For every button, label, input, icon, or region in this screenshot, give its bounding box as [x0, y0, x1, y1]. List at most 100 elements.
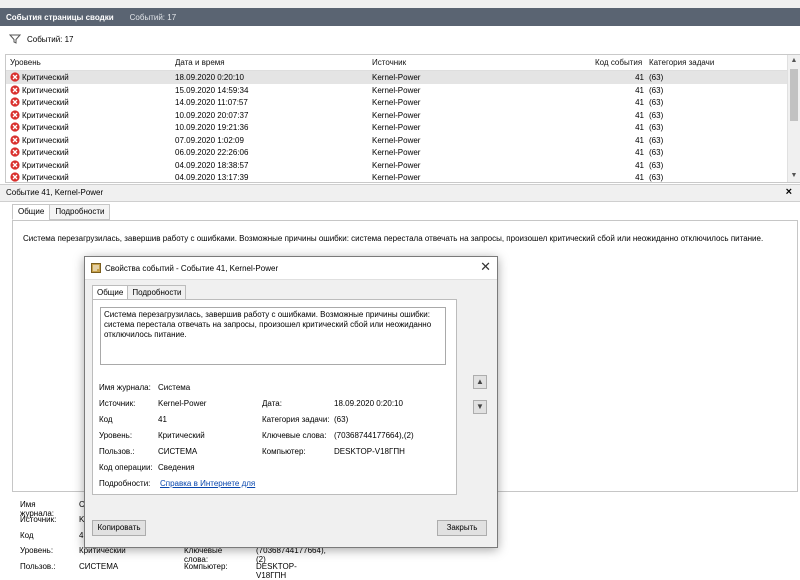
- cell-category: (63): [649, 73, 664, 82]
- cell-date: 14.09.2020 11:07:57: [175, 98, 248, 107]
- cell-date: 15.09.2020 14:59:34: [175, 85, 249, 95]
- dialog-label-keywords: Ключевые слова:: [262, 431, 327, 440]
- cell-date: 07.09.2020 1:02:09: [175, 135, 244, 145]
- tab-details[interactable]: Подробности: [49, 204, 111, 220]
- details-title: Событие 41, Kernel-Power: [6, 188, 104, 197]
- window-top-strip: [0, 0, 800, 8]
- dialog-close-icon[interactable]: ✕: [480, 259, 491, 275]
- scroll-thumb[interactable]: [790, 69, 798, 121]
- column-header-category[interactable]: Категория задачи: [649, 58, 714, 67]
- prop-label-source: Источник:: [20, 515, 57, 524]
- details-tabs: Общие Подробности: [12, 204, 111, 220]
- cell-category: (63): [649, 110, 664, 120]
- cell-source: Kernel-Power: [372, 173, 421, 182]
- arrow-up-icon: ▲: [476, 377, 484, 386]
- column-header-date[interactable]: Дата и время: [175, 58, 225, 67]
- cell-code: 41: [635, 98, 644, 107]
- copy-button[interactable]: Копировать: [92, 520, 146, 536]
- cell-category: (63): [649, 135, 664, 145]
- event-viewer-icon: [91, 263, 101, 273]
- table-row[interactable]: Критический 06.09.2020 22:26:06 Kernel-Pow…: [6, 146, 787, 159]
- table-row[interactable]: Критический 04.09.2020 18:38:57 Kernel-Pow…: [6, 159, 787, 172]
- dialog-value-keywords: (70368744177664),(2): [334, 431, 414, 440]
- cell-source: Kernel-Power: [372, 148, 421, 157]
- filter-count: Событий: 17: [27, 34, 74, 44]
- cell-level: Критический: [22, 160, 69, 170]
- table-row[interactable]: Критический 04.09.2020 13:17:39 Kernel-Pow…: [6, 171, 787, 182]
- critical-error-icon: [10, 134, 20, 145]
- dialog-general-panel: Система перезагрузилась, завершив работу…: [92, 299, 457, 495]
- cell-source: Kernel-Power: [372, 85, 421, 95]
- cell-level: Критический: [22, 110, 69, 120]
- dialog-tab-general[interactable]: Общие: [92, 285, 129, 300]
- table-row[interactable]: Критический 15.09.2020 14:59:34 Kernel-Pow…: [6, 84, 787, 97]
- critical-error-icon: [10, 72, 20, 82]
- filter-funnel-icon[interactable]: [9, 33, 21, 45]
- dialog-tab-details[interactable]: Подробности: [127, 285, 187, 300]
- online-help-link[interactable]: Справка в Интернете для: [160, 479, 255, 488]
- table-row[interactable]: Критический 18.09.2020 0:20:10 Kernel-Powe…: [6, 71, 787, 84]
- cell-level: Критический: [22, 148, 69, 157]
- cell-category: (63): [649, 173, 664, 182]
- prop-value-user: СИСТЕМА: [79, 562, 119, 571]
- prop-label-level: Уровень:: [20, 546, 54, 555]
- column-header-code[interactable]: Код события: [595, 58, 642, 67]
- scroll-up-icon[interactable]: ▲: [788, 55, 800, 67]
- summary-count: Событий: 17: [129, 12, 177, 22]
- cell-source: Kernel-Power: [372, 73, 421, 82]
- cell-category: (63): [649, 160, 664, 170]
- previous-event-button[interactable]: ▲: [473, 375, 487, 389]
- cell-date: 10.09.2020 20:07:37: [175, 110, 249, 120]
- critical-error-icon: [10, 159, 20, 170]
- close-icon[interactable]: ×: [786, 186, 792, 198]
- table-row[interactable]: Критический 07.09.2020 1:02:09 Kernel-Powe…: [6, 134, 787, 147]
- tab-general[interactable]: Общие: [12, 204, 51, 220]
- column-header-level[interactable]: Уровень: [10, 58, 41, 67]
- dialog-label-code: Код: [99, 415, 113, 424]
- events-table: Уровень Дата и время Источник Код событи…: [5, 54, 800, 183]
- dialog-label-opcode: Код операции:: [99, 463, 153, 472]
- table-row[interactable]: Критический 10.09.2020 20:07:37 Kernel-Pow…: [6, 109, 787, 122]
- critical-error-icon: [10, 97, 20, 107]
- dialog-label-journal: Имя журнала:: [99, 383, 151, 392]
- dialog-value-source: Kernel-Power: [158, 399, 207, 408]
- cell-code: 41: [635, 110, 644, 120]
- cell-date: 10.09.2020 19:21:36: [175, 123, 249, 132]
- dialog-value-computer: DESKTOP-V18ГПН: [334, 447, 405, 456]
- next-event-button[interactable]: ▼: [473, 400, 487, 414]
- cell-date: 18.09.2020 0:20:10: [175, 73, 244, 82]
- cell-code: 41: [635, 85, 644, 95]
- details-description: Система перезагрузилась, завершив работу…: [23, 234, 764, 243]
- dialog-value-date: 18.09.2020 0:20:10: [334, 399, 403, 408]
- scroll-down-icon[interactable]: ▼: [788, 170, 800, 182]
- filter-row: Событий: 17: [0, 26, 800, 52]
- table-scrollbar[interactable]: ▲ ▼: [787, 55, 800, 182]
- cell-code: 41: [635, 123, 644, 132]
- cell-category: (63): [649, 98, 664, 107]
- dialog-value-journal: Система: [158, 383, 191, 392]
- table-row[interactable]: Критический 14.09.2020 11:07:57 Kernel-Pow…: [6, 96, 787, 109]
- table-header: Уровень Дата и время Источник Код событи…: [6, 55, 787, 71]
- column-header-source[interactable]: Источник: [372, 58, 406, 67]
- dialog-title-bar[interactable]: Свойства событий - Событие 41, Kernel-Po…: [85, 257, 497, 280]
- dialog-label-source: Источник:: [99, 399, 136, 408]
- critical-error-icon: [10, 122, 20, 132]
- critical-error-icon: [10, 84, 20, 95]
- cell-source: Kernel-Power: [372, 110, 421, 120]
- dialog-value-category: (63): [334, 415, 349, 424]
- dialog-value-opcode: Сведения: [158, 463, 195, 472]
- cell-source: Kernel-Power: [372, 98, 421, 107]
- close-button[interactable]: Закрыть: [437, 520, 487, 536]
- cell-code: 41: [635, 173, 644, 182]
- dialog-description[interactable]: Система перезагрузилась, завершив работу…: [100, 307, 446, 365]
- summary-title-bar: События страницы сводки Событий: 17: [0, 8, 800, 26]
- dialog-label-date: Дата:: [262, 399, 282, 408]
- prop-label-user: Пользов.:: [20, 562, 56, 571]
- prop-value-code: 4: [79, 531, 84, 540]
- cell-level: Критический: [22, 135, 69, 145]
- cell-date: 04.09.2020 13:17:39: [175, 173, 249, 182]
- cell-category: (63): [649, 148, 664, 157]
- cell-source: Kernel-Power: [372, 135, 421, 145]
- dialog-label-computer: Компьютер:: [262, 447, 306, 456]
- table-row[interactable]: Критический 10.09.2020 19:21:36 Kernel-Pow…: [6, 121, 787, 134]
